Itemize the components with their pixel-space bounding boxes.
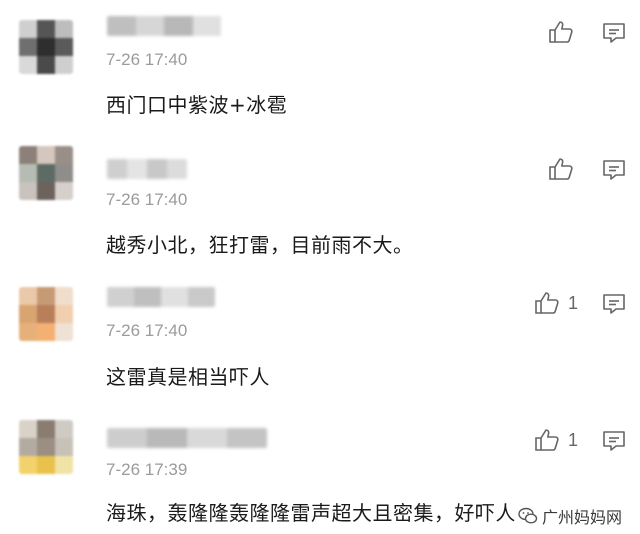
avatar-pixel bbox=[37, 323, 55, 341]
avatar-pixel bbox=[55, 182, 73, 200]
thumbs-up-icon bbox=[535, 429, 559, 451]
avatar-pixel bbox=[55, 456, 73, 474]
username-blur-segment bbox=[107, 16, 136, 36]
watermark: 广州妈妈网 bbox=[513, 502, 626, 530]
username-blur-segment bbox=[147, 428, 187, 448]
avatar-pixel bbox=[55, 38, 73, 56]
comment-text: 这雷真是相当吓人 bbox=[106, 365, 270, 389]
wechat-icon bbox=[518, 507, 538, 524]
username-blur-segment bbox=[227, 428, 267, 448]
like-button[interactable]: 1 bbox=[534, 428, 578, 452]
avatar-pixel bbox=[19, 56, 37, 74]
avatar-pixel bbox=[55, 287, 73, 305]
comment-timestamp: 7-26 17:39 bbox=[106, 460, 188, 479]
username-blur-segment bbox=[135, 16, 164, 36]
avatar-pixel bbox=[37, 56, 55, 74]
username-blur-segment bbox=[107, 159, 127, 179]
avatar-pixel bbox=[19, 182, 37, 200]
avatar-pixel bbox=[37, 164, 55, 182]
username[interactable] bbox=[107, 287, 215, 307]
avatar[interactable] bbox=[19, 146, 73, 200]
avatar-pixel bbox=[19, 420, 37, 438]
comment-item: 7-26 17:40 越秀小北，狂打雷，目前雨不大。 bbox=[0, 135, 640, 265]
watermark-text: 广州妈妈网 bbox=[541, 508, 622, 527]
avatar-pixel bbox=[19, 164, 37, 182]
avatar-pixel bbox=[37, 287, 55, 305]
avatar-pixel bbox=[55, 146, 73, 164]
comment-text: 海珠，轰隆隆轰隆隆雷声超大且密集，好吓人 bbox=[106, 501, 516, 525]
username-blur-segment bbox=[192, 16, 221, 36]
reply-button[interactable] bbox=[602, 159, 626, 185]
like-button[interactable]: 1 bbox=[534, 291, 578, 315]
username-blur-segment bbox=[161, 287, 188, 307]
comment-icon bbox=[603, 23, 625, 43]
comment-item: 7-26 17:40 西门口中紫波+冰雹 bbox=[0, 0, 640, 135]
avatar-pixel bbox=[55, 305, 73, 323]
reply-button[interactable] bbox=[602, 430, 626, 456]
thumbs-up-icon bbox=[549, 158, 573, 180]
reply-button[interactable] bbox=[602, 22, 626, 48]
avatar-pixel bbox=[37, 438, 55, 456]
avatar-pixel bbox=[55, 20, 73, 38]
avatar-pixel bbox=[37, 146, 55, 164]
like-count: 1 bbox=[568, 292, 579, 313]
avatar[interactable] bbox=[19, 20, 73, 74]
username-blur-segment bbox=[127, 159, 147, 179]
comment-icon bbox=[603, 160, 625, 180]
avatar-pixel bbox=[55, 164, 73, 182]
avatar-pixel bbox=[55, 438, 73, 456]
avatar-pixel bbox=[55, 420, 73, 438]
avatar-pixel bbox=[19, 287, 37, 305]
avatar-pixel bbox=[55, 323, 73, 341]
username-blur-segment bbox=[134, 287, 161, 307]
username-blur-segment bbox=[107, 287, 134, 307]
comment-timestamp: 7-26 17:40 bbox=[106, 190, 188, 209]
avatar-pixel bbox=[37, 456, 55, 474]
username[interactable] bbox=[107, 159, 187, 179]
avatar-pixel bbox=[19, 38, 37, 56]
comment-timestamp: 7-26 17:40 bbox=[106, 50, 188, 69]
thumbs-up-icon bbox=[535, 292, 559, 314]
comment-icon bbox=[603, 294, 625, 314]
avatar-pixel bbox=[55, 56, 73, 74]
avatar-pixel bbox=[37, 420, 55, 438]
avatar-pixel bbox=[19, 305, 37, 323]
avatar-pixel bbox=[19, 323, 37, 341]
like-button[interactable] bbox=[548, 157, 582, 181]
avatar-pixel bbox=[37, 20, 55, 38]
username-blur-segment bbox=[147, 159, 167, 179]
avatar-pixel bbox=[19, 146, 37, 164]
thumbs-up-icon bbox=[549, 21, 573, 43]
like-count: 1 bbox=[568, 429, 579, 450]
reply-button[interactable] bbox=[602, 293, 626, 319]
like-button[interactable] bbox=[548, 20, 582, 44]
avatar-pixel bbox=[19, 20, 37, 38]
avatar-pixel bbox=[19, 438, 37, 456]
comment-icon bbox=[603, 431, 625, 451]
username-blur-segment bbox=[187, 428, 227, 448]
avatar-pixel bbox=[19, 456, 37, 474]
comment-item: 7-26 17:40 这雷真是相当吓人 1 bbox=[0, 265, 640, 400]
username-blur-segment bbox=[107, 428, 147, 448]
comment-text: 越秀小北，狂打雷，目前雨不大。 bbox=[106, 233, 414, 257]
comment-text: 西门口中紫波+冰雹 bbox=[106, 93, 288, 117]
avatar-pixel bbox=[37, 38, 55, 56]
username[interactable] bbox=[107, 428, 267, 448]
username-blur-segment bbox=[188, 287, 215, 307]
username[interactable] bbox=[107, 16, 221, 36]
avatar-pixel bbox=[37, 182, 55, 200]
avatar-pixel bbox=[37, 305, 55, 323]
username-blur-segment bbox=[164, 16, 193, 36]
comment-list: 7-26 17:40 西门口中紫波+冰雹 7-26 17:40 越秀小北，狂打雷… bbox=[0, 0, 640, 534]
username-blur-segment bbox=[167, 159, 187, 179]
comment-timestamp: 7-26 17:40 bbox=[106, 321, 188, 340]
avatar[interactable] bbox=[19, 287, 73, 341]
avatar[interactable] bbox=[19, 420, 73, 474]
